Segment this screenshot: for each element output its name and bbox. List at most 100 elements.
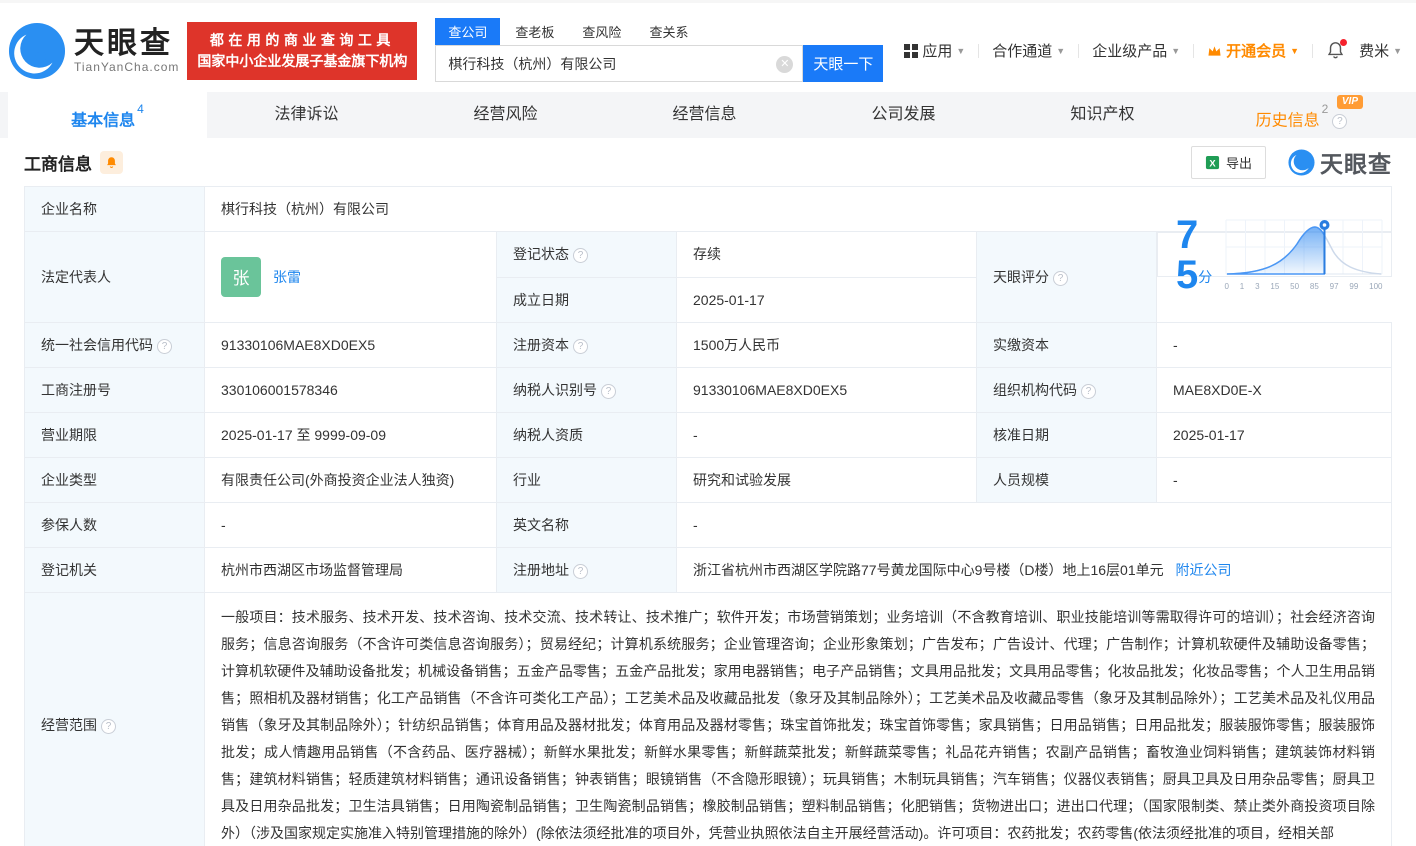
english-name-value: -: [676, 501, 1392, 548]
credit-code-label: 统一社会信用代码?: [24, 321, 205, 368]
help-icon[interactable]: ?: [1053, 270, 1068, 286]
legal-rep-cell: 张 张雷: [204, 231, 497, 323]
table-row: 经营范围? 一般项目：技术服务、技术开发、技术咨询、技术交流、技术转让、技术推广…: [24, 591, 1392, 846]
org-code-label: 组织机构代码?: [976, 366, 1157, 413]
score-cell[interactable]: 75分 0 1 3 15 50 85 97 99 100: [1157, 215, 1392, 295]
tab-history-info[interactable]: VIP 历史信息2?: [1202, 92, 1401, 138]
tianyancha-logo[interactable]: 天眼查 TianYanCha.com: [8, 22, 179, 80]
org-code-label-text: 组织机构代码: [993, 381, 1077, 398]
industry-value: 研究和试验发展: [676, 456, 977, 503]
search-tab-risk[interactable]: 查风险: [582, 18, 621, 45]
staff-size-value: -: [1156, 456, 1392, 503]
app-grid-icon: [904, 43, 919, 58]
taxpayer-id-value: 91330106MAE8XD0EX5: [676, 366, 977, 413]
tab-legal-label: 法律诉讼: [274, 106, 339, 123]
nearby-companies-link[interactable]: 附近公司: [1176, 562, 1232, 578]
company-type-label: 企业类型: [24, 456, 205, 503]
nav-open-vip[interactable]: 开通会员 ▼: [1207, 40, 1299, 61]
tab-basic-info[interactable]: 基本信息4: [8, 92, 207, 138]
help-icon[interactable]: ?: [573, 248, 588, 264]
tab-intellectual-property-label: 知识产权: [1070, 106, 1135, 123]
bell-icon: [107, 156, 116, 168]
score-label: 天眼评分?: [976, 231, 1157, 323]
help-icon[interactable]: ?: [1081, 383, 1096, 399]
nav-apps[interactable]: 应用 ▼: [904, 40, 965, 61]
notification-dot: [1340, 38, 1348, 46]
search-tabs: 查公司 查老板 查风险 查关系: [435, 18, 883, 45]
address-label: 注册地址?: [496, 546, 677, 593]
reg-authority-value: 杭州市西湖区市场监督管理局: [204, 546, 497, 593]
section-title: 工商信息: [24, 154, 92, 174]
slogan-line2: 国家中小企业发展子基金旗下机构: [197, 52, 408, 69]
tab-business-info[interactable]: 经营信息: [605, 92, 804, 138]
company-type-value: 有限责任公司(外商投资企业法人独资): [204, 456, 497, 503]
help-icon[interactable]: ?: [573, 338, 588, 354]
search-tab-boss[interactable]: 查老板: [515, 18, 554, 45]
tianyancha-swirl-icon: [1288, 148, 1315, 176]
divider: [978, 43, 980, 58]
reg-number-label: 工商注册号: [24, 366, 205, 413]
subscribe-bell-button[interactable]: [100, 150, 123, 174]
watermark-logo: 天眼查: [1288, 145, 1392, 179]
industry-label: 行业: [496, 456, 677, 503]
table-row: 法定代表人 张 张雷 登记状态? 存续 天眼评分? 75分 0 1 3 15 5…: [24, 215, 1392, 323]
nav-enterprise-label: 企业级产品: [1092, 43, 1168, 60]
search-button[interactable]: 天眼一下: [803, 45, 884, 82]
taxpayer-id-label: 纳税人识别号?: [496, 366, 677, 413]
insured-value: -: [204, 501, 497, 548]
business-term-value: 2025-01-17 至 9999-09-09: [204, 411, 497, 458]
search-tab-relation[interactable]: 查关系: [649, 18, 688, 45]
help-icon[interactable]: ?: [1332, 114, 1348, 130]
scope-value: 一般项目：技术服务、技术开发、技术咨询、技术交流、技术转让、技术推广；软件开发；…: [204, 591, 1392, 846]
tab-basic-info-label: 基本信息: [71, 112, 136, 130]
tab-company-development[interactable]: 公司发展: [804, 92, 1003, 138]
establish-date-value: 2025-01-17: [676, 276, 977, 323]
tab-business-info-label: 经营信息: [672, 106, 737, 123]
help-icon[interactable]: ?: [573, 563, 588, 579]
tab-basic-info-count: 4: [137, 102, 144, 116]
notification-bell[interactable]: [1326, 38, 1348, 61]
scope-text: 一般项目：技术服务、技术开发、技术咨询、技术交流、技术转让、技术推广；软件开发；…: [221, 608, 1375, 841]
search-input[interactable]: [436, 46, 803, 81]
chevron-down-icon: ▼: [1393, 45, 1402, 56]
tab-operating-risk[interactable]: 经营风险: [406, 92, 605, 138]
reg-number-value: 330106001578346: [204, 366, 497, 413]
nav-vip-label: 开通会员: [1226, 43, 1287, 60]
table-row: 企业类型 有限责任公司(外商投资企业法人独资) 行业 研究和试验发展 人员规模 …: [24, 456, 1392, 503]
reg-capital-value: 1500万人民币: [676, 321, 977, 368]
search-area: 查公司 查老板 查风险 查关系 ✕ 天眼一下: [435, 18, 884, 82]
vip-badge: VIP: [1336, 95, 1363, 109]
reg-status-value: 存续: [676, 231, 977, 278]
approval-date-label: 核准日期: [976, 411, 1157, 458]
logo-domain: TianYanCha.com: [74, 59, 180, 74]
english-name-label: 英文名称: [496, 501, 677, 548]
score-unit: 分: [1198, 268, 1213, 285]
divider: [1193, 43, 1195, 58]
score-label-text: 天眼评分: [993, 268, 1049, 285]
excel-icon: X: [1205, 155, 1220, 169]
address-cell: 浙江省杭州市西湖区学院路77号黄龙国际中心9号楼（D楼）地上16层01单元 附近…: [676, 546, 1392, 593]
slogan-banner: 都在用的商业查询工具 国家中小企业发展子基金旗下机构: [187, 21, 418, 80]
help-icon[interactable]: ?: [101, 719, 116, 734]
legal-rep-link[interactable]: 张雷: [273, 267, 301, 287]
staff-size-label: 人员规模: [976, 456, 1157, 503]
slogan-line1: 都在用的商业查询工具: [209, 31, 395, 48]
nav-enterprise[interactable]: 企业级产品 ▼: [1092, 40, 1180, 61]
scope-label: 经营范围?: [24, 591, 205, 846]
divider: [1078, 43, 1080, 58]
nav-partner[interactable]: 合作通道 ▼: [992, 40, 1065, 61]
tab-legal[interactable]: 法律诉讼: [207, 92, 406, 138]
help-icon[interactable]: ?: [601, 383, 616, 399]
taxpayer-id-label-text: 纳税人识别号: [513, 381, 597, 398]
nav-user[interactable]: 费米 ▼: [1359, 40, 1402, 61]
score-value: 75: [1176, 212, 1199, 297]
tab-intellectual-property[interactable]: 知识产权: [1003, 92, 1202, 138]
export-button[interactable]: X 导出: [1190, 145, 1266, 179]
taxpayer-quality-value: -: [676, 411, 977, 458]
search-tab-company[interactable]: 查公司: [435, 18, 501, 45]
tab-history-label: 历史信息: [1255, 112, 1320, 130]
tab-history-count: 2: [1321, 102, 1329, 116]
nav-apps-label: 应用: [922, 43, 953, 60]
credit-code-label-text: 统一社会信用代码: [41, 336, 153, 353]
help-icon[interactable]: ?: [157, 338, 172, 354]
